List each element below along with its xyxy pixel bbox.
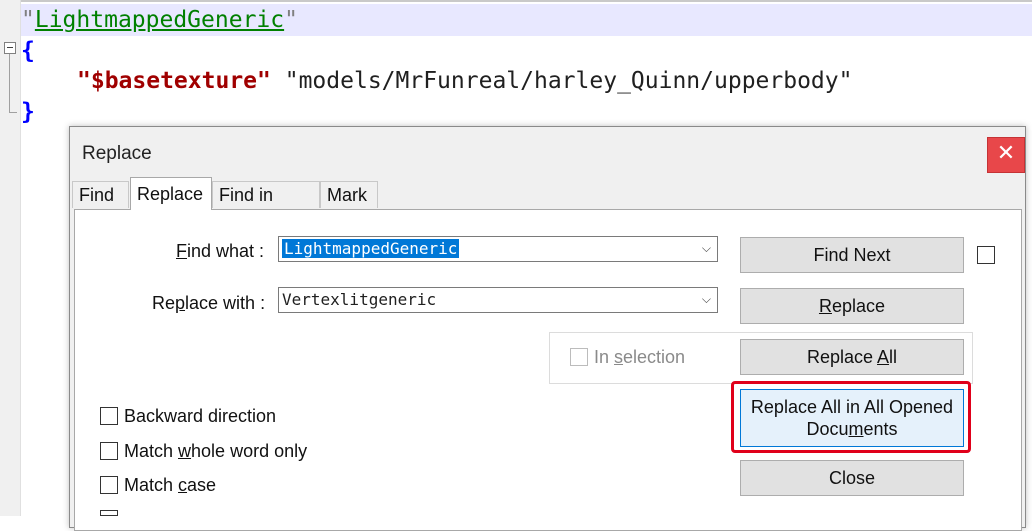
find-next-button[interactable]: Find Next [740,237,964,273]
replace-with-combobox[interactable]: Vertexlitgeneric ⌵ [278,287,718,313]
find-what-input[interactable]: LightmappedGeneric [282,238,460,260]
string-quote-open: " [21,7,35,33]
match-whole-word-checkbox[interactable] [100,442,118,460]
replace-with-label-accel: p [175,293,186,313]
replace-all-post: ll [889,347,898,367]
tab-find[interactable]: Find [72,181,129,208]
match-case-checkbox[interactable] [100,476,118,494]
match-case-post: ase [187,475,217,495]
replace-with-label-pre: Re [152,293,176,313]
in-selection-checkbox[interactable] [570,348,588,366]
replace-with-label-post: lace with : [185,293,266,313]
replace-all-pre: Replace [806,347,878,367]
match-case-pre: Match [124,475,179,495]
chevron-down-icon[interactable]: ⌵ [702,292,711,307]
tab-replace[interactable]: Replace [130,177,212,210]
replace-all-button[interactable]: Replace All [740,339,964,375]
replace-all-opened-line1: Replace All in All Opened [750,397,954,417]
fold-end-mark [9,112,17,113]
close-icon[interactable]: ✕ [987,137,1025,173]
match-whole-pre: Match [124,441,179,461]
string-quote-close: " [284,7,298,33]
replace-all-opened-line2: Documents [741,418,963,440]
close-brace: } [21,99,35,125]
code-line-3[interactable]: "$basetexture" "models/MrFunreal/harley_… [77,66,852,96]
replace-all-opened-line2-pre: Docu [806,419,849,439]
replace-all-in-all-opened-documents-button[interactable]: Replace All in All Opened Documents [740,389,964,447]
chevron-down-icon[interactable]: ⌵ [702,241,711,256]
close-button[interactable]: Close [740,460,964,496]
match-whole-post: hole word only [191,441,308,461]
in-selection-label-accel: s [614,347,624,367]
replace-with-input[interactable]: Vertexlitgeneric [282,289,436,311]
code-line-4[interactable]: } [21,97,35,127]
replace-button-accel: R [818,296,832,316]
match-case-accel: c [178,475,188,495]
match-case-label: Match case [124,475,216,496]
in-selection-label-pre: In [594,347,615,367]
replace-all-opened-accel: m [848,419,864,439]
tab-find-in-files[interactable]: Find in Files [212,181,320,232]
replace-with-label: Replace with : [152,293,265,314]
backward-direction-label: Backward direction [124,406,277,426]
code-line-2[interactable]: { [21,36,35,66]
tab-mark[interactable]: Mark [320,181,378,208]
in-selection-label-post: election [623,347,686,367]
replace-button-post: eplace [831,296,886,316]
editor-top-border [0,0,1032,2]
in-selection-label: In selection [594,347,685,368]
match-whole-accel: w [178,441,192,461]
code-line-1[interactable]: "LightmappedGeneric" [21,5,298,35]
fold-collapse-icon[interactable] [4,42,16,54]
find-what-label: Find what : [176,241,264,262]
basetexture-key: "$basetexture" [77,68,271,94]
fold-margin [0,0,21,516]
find-what-selected-text: LightmappedGeneric [282,239,460,258]
find-what-label-accel: F [176,241,187,261]
open-brace: { [21,38,35,64]
backward-direction-checkbox[interactable] [100,407,118,425]
match-whole-word-label: Match whole word only [124,441,307,462]
dialog-title: Replace [82,143,152,164]
wrap-around-checkbox[interactable] [100,510,118,516]
fold-guide-line [9,54,10,112]
find-what-combobox[interactable]: LightmappedGeneric ⌵ [278,236,718,262]
replace-button[interactable]: Replace [740,288,964,324]
basetexture-value: "models/MrFunreal/harley_Quinn/upperbody… [284,68,853,94]
replace-all-opened-line2-post: ents [863,419,898,439]
shader-name-string: LightmappedGeneric [34,7,285,33]
transparency-checkbox[interactable] [977,246,995,264]
replace-all-accel: A [877,347,890,367]
find-what-label-post: ind what : [187,241,265,261]
